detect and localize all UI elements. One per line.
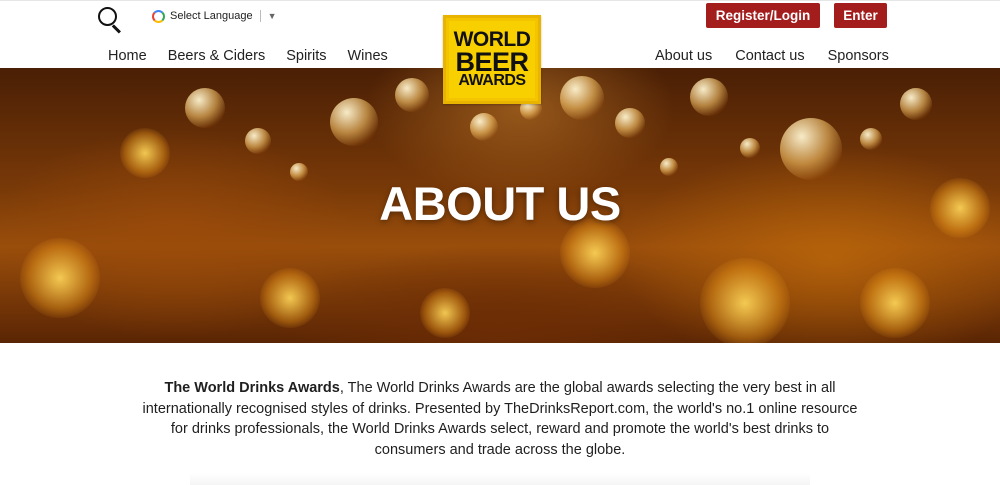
nav-item-about-us[interactable]: About us <box>655 48 712 64</box>
intro-bold-text: The World Drinks Awards <box>164 380 340 396</box>
nav-item-home[interactable]: Home <box>108 48 147 64</box>
world-beer-awards-logo[interactable]: WORLD BEER AWARDS <box>443 15 541 104</box>
nav-item-spirits[interactable]: Spirits <box>286 48 326 64</box>
main-nav-right: About us Contact us Sponsors <box>655 48 889 64</box>
language-selector[interactable]: Select Language ▼ <box>152 8 277 24</box>
hero-bokeh <box>420 288 470 338</box>
nav-item-wines[interactable]: Wines <box>348 48 388 64</box>
hero-bubble <box>780 118 842 180</box>
hero-bubble <box>560 76 604 120</box>
hero-bubble <box>470 113 498 141</box>
hero-bubble <box>245 128 271 154</box>
hero-banner: ABOUT US <box>0 68 1000 343</box>
hero-bokeh <box>120 128 170 178</box>
nav-item-beers-ciders[interactable]: Beers & Ciders <box>168 48 266 64</box>
page-title: ABOUT US <box>379 177 621 230</box>
hero-bokeh <box>20 238 100 318</box>
chevron-down-icon: ▼ <box>267 11 277 21</box>
google-icon <box>152 9 165 23</box>
logo-line-beer: BEER <box>455 46 529 77</box>
hero-bubble <box>690 78 728 116</box>
hero-bokeh <box>700 258 790 343</box>
hero-bubble <box>660 158 678 176</box>
hero-bubble <box>185 88 225 128</box>
intro-paragraph: The World Drinks Awards, The World Drink… <box>140 378 860 460</box>
search-icon[interactable] <box>96 5 124 34</box>
hero-bubble <box>330 98 378 146</box>
register-login-button[interactable]: Register/Login <box>706 3 820 28</box>
hero-bubble <box>900 88 932 120</box>
nav-item-contact-us[interactable]: Contact us <box>735 48 804 64</box>
hero-bubble <box>860 128 882 150</box>
content-divider <box>190 473 810 485</box>
logo-line-awards: AWARDS <box>458 71 526 89</box>
hero-bokeh <box>260 268 320 328</box>
main-nav-left: Home Beers & Ciders Spirits Wines <box>108 48 388 64</box>
hero-bubble <box>740 138 760 158</box>
enter-button[interactable]: Enter <box>834 3 887 28</box>
hero-bubble <box>615 108 645 138</box>
hero-bubble <box>395 78 429 112</box>
hero-bokeh <box>860 268 930 338</box>
language-label: Select Language <box>170 10 253 22</box>
nav-item-sponsors[interactable]: Sponsors <box>828 48 889 64</box>
language-divider <box>259 10 261 22</box>
